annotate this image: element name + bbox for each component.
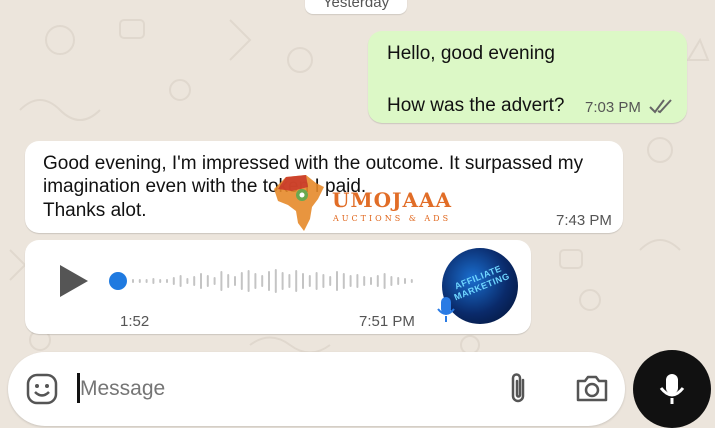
play-icon[interactable] (60, 265, 88, 297)
voice-message[interactable]: 1:52 7:51 PM AFFILIATE MARKETING (25, 240, 531, 334)
watermark-subtitle: AUCTIONS & ADS (333, 214, 452, 223)
message-time: 7:43 PM (556, 212, 612, 229)
mic-icon (437, 297, 455, 322)
outgoing-message[interactable]: Hello, good evening How was the advert? … (368, 31, 687, 123)
message-time: 7:51 PM (359, 313, 415, 330)
camera-icon[interactable] (575, 373, 609, 403)
message-text: How was the advert? (387, 95, 565, 116)
date-separator: Yesterday (305, 0, 407, 14)
playback-scrubber[interactable] (109, 272, 127, 290)
voice-record-button[interactable] (633, 350, 711, 428)
voice-duration: 1:52 (120, 313, 150, 330)
africa-logo-icon (274, 175, 324, 231)
message-time: 7:03 PM (585, 99, 641, 116)
waveform[interactable] (131, 265, 421, 297)
attach-icon[interactable] (505, 370, 531, 406)
watermark-title: UMOJAAA (332, 188, 453, 212)
message-text: Thanks alot. (43, 200, 147, 221)
message-input[interactable] (78, 376, 462, 402)
message-composer (8, 352, 625, 426)
emoji-icon[interactable] (25, 372, 59, 406)
message-text: Hello, good evening (387, 43, 555, 64)
double-check-icon (649, 99, 672, 114)
mic-icon (659, 374, 685, 404)
